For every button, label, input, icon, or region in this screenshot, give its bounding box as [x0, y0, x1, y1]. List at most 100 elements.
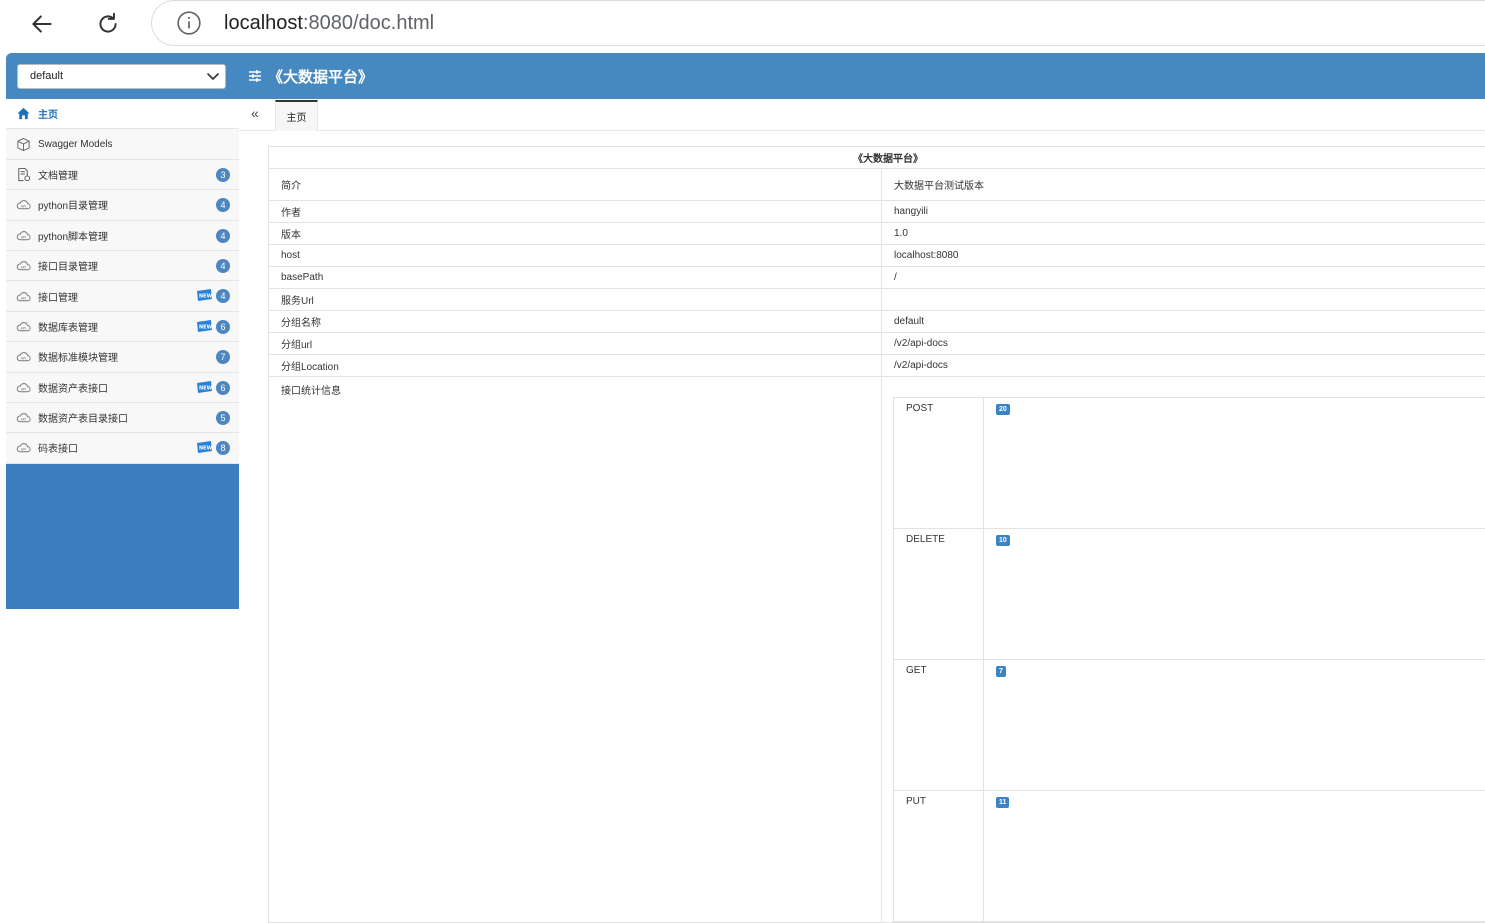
info-row: 分组url/v2/api-docs — [269, 333, 1485, 355]
new-tag-icon: NEW — [195, 439, 213, 455]
collapse-tabs-icon[interactable]: « — [251, 105, 259, 121]
sidebar-item[interactable]: 文档管理 3 — [6, 160, 239, 190]
sidebar-item-count-badge: 5 — [216, 411, 230, 425]
sidebar-item-label: 数据标准模块管理 — [38, 349, 118, 364]
info-heading-row: 《大数据平台》 — [269, 147, 1485, 169]
info-icon[interactable] — [176, 10, 202, 36]
url-path: :8080/doc.html — [303, 12, 434, 35]
info-heading: 《大数据平台》 — [269, 147, 1485, 169]
info-key: 服务Url — [269, 289, 882, 311]
sidebar-item[interactable]: API数据资产表接口NEW6 — [6, 373, 239, 403]
sidebar-item[interactable]: API 接口管理 NEW4 — [6, 281, 239, 311]
info-value: 1.0 — [882, 223, 1485, 245]
sidebar-item-count-badge: 4 — [216, 198, 230, 212]
info-row: 服务Url — [269, 289, 1485, 311]
stat-count-cell: 11 — [984, 791, 1485, 922]
info-key: 作者 — [269, 201, 882, 223]
stat-count-badge: 7 — [996, 666, 1006, 677]
reload-icon — [95, 11, 121, 37]
svg-text:API: API — [21, 387, 26, 391]
url-host: localhost — [224, 12, 303, 35]
sidebar-item[interactable]: API 数据资产表目录接口 5 — [6, 403, 239, 433]
info-value: default — [882, 311, 1485, 333]
info-row: hostlocalhost:8080 — [269, 245, 1485, 267]
address-bar[interactable]: localhost:8080/doc.html — [151, 0, 1485, 46]
new-tag-icon: NEW — [195, 287, 213, 303]
sidebar-header: default — [6, 53, 239, 99]
sidebar-item[interactable]: APIpython目录管理4 — [6, 190, 239, 220]
sidebar-item[interactable]: APIpython脚本管理4 — [6, 221, 239, 251]
stat-count-badge: 20 — [996, 404, 1010, 415]
sidebar-item[interactable]: API数据标准模块管理7 — [6, 342, 239, 372]
stat-count-badge: 11 — [996, 797, 1009, 808]
sidebar-item-label: 文档管理 — [38, 167, 78, 182]
svg-text:API: API — [21, 205, 26, 209]
arrow-left-icon — [29, 11, 55, 37]
stat-method: DELETE — [894, 529, 984, 660]
app-window: default 主页 Swagger Models 文档管理 3 APIpython目录… — [6, 53, 1485, 609]
back-button[interactable] — [22, 4, 62, 44]
chevron-down-icon — [205, 68, 221, 84]
sidebar-item[interactable]: 主页 — [6, 99, 239, 129]
stat-count-badge: 10 — [996, 535, 1010, 546]
sidebar-item-label: python脚本管理 — [38, 228, 108, 243]
stat-method: PUT — [894, 791, 984, 922]
sidebar: default 主页 Swagger Models 文档管理 3 APIpython目录… — [6, 53, 239, 609]
info-row: 分组Location/v2/api-docs — [269, 355, 1485, 377]
sidebar-item-count-badge: 8 — [216, 441, 230, 455]
cloud-icon: API — [16, 289, 31, 304]
svg-text:API: API — [21, 266, 26, 270]
tab-home[interactable]: 主页 — [275, 100, 318, 131]
info-key: 简介 — [269, 169, 882, 201]
tab-bar: « 主页 — [239, 99, 1485, 131]
menu-toggle-icon[interactable] — [248, 69, 262, 83]
info-row: 作者hangyili — [269, 201, 1485, 223]
cloud-icon: API — [16, 349, 31, 364]
info-value — [882, 289, 1485, 311]
svg-text:API: API — [21, 448, 26, 452]
group-select-value: default — [30, 70, 63, 82]
reload-button[interactable] — [88, 4, 128, 44]
info-key: 分组Location — [269, 355, 882, 377]
cloud-icon: API — [16, 319, 31, 334]
sidebar-item-label: 接口目录管理 — [38, 258, 98, 273]
info-value: POST 20 DELETE 10 GET 7 PUT 11 — [882, 377, 1485, 923]
sidebar-item-label: Swagger Models — [38, 139, 112, 150]
tab-label: 主页 — [287, 109, 307, 124]
sidebar-item-label: 数据资产表目录接口 — [38, 410, 128, 425]
svg-text:API: API — [21, 296, 26, 300]
browser-toolbar: localhost:8080/doc.html — [0, 0, 1485, 48]
sidebar-item-count-badge: 3 — [216, 168, 230, 182]
sidebar-item-label: 码表接口 — [38, 440, 78, 455]
svg-text:API: API — [21, 418, 26, 422]
sidebar-item[interactable]: API数据库表管理NEW6 — [6, 312, 239, 342]
stats-table: POST 20 DELETE 10 GET 7 PUT 11 — [893, 397, 1485, 922]
sidebar-item-label: 接口管理 — [38, 289, 78, 304]
cloud-icon: API — [16, 440, 31, 455]
stat-row: POST 20 — [894, 398, 1485, 529]
stat-method: POST — [894, 398, 984, 529]
sidebar-item-label: 主页 — [38, 106, 58, 121]
cloud-icon: API — [16, 228, 31, 243]
group-select[interactable]: default — [17, 64, 226, 89]
top-header: 《大数据平台》 — [239, 53, 1485, 99]
sidebar-item-count-badge: 6 — [216, 320, 230, 334]
doc-info-panel: 《大数据平台》 简介大数据平台测试版本作者hangyili版本1.0hostlo… — [268, 146, 1485, 923]
sidebar-item-count-badge: 4 — [216, 289, 230, 303]
sidebar-item[interactable]: API 接口目录管理 4 — [6, 251, 239, 281]
stat-row: GET 7 — [894, 660, 1485, 791]
sidebar-item[interactable]: Swagger Models — [6, 129, 239, 159]
document-settings-icon — [16, 167, 31, 182]
stat-count-cell: 7 — [984, 660, 1485, 791]
sidebar-item[interactable]: API 码表接口 NEW8 — [6, 433, 239, 463]
stat-count-cell: 10 — [984, 529, 1485, 660]
cloud-icon: API — [16, 258, 31, 273]
svg-text:NEW: NEW — [199, 294, 213, 300]
cloud-icon: API — [16, 380, 31, 395]
new-tag-icon: NEW — [195, 318, 213, 334]
stat-count-cell: 20 — [984, 398, 1485, 529]
sidebar-item-count-badge: 4 — [216, 259, 230, 273]
stat-method: GET — [894, 660, 984, 791]
sidebar-item-count-badge: 6 — [216, 381, 230, 395]
info-stats-row: 接口统计信息POST20DELETE10GET7PUT11 — [269, 377, 1485, 923]
